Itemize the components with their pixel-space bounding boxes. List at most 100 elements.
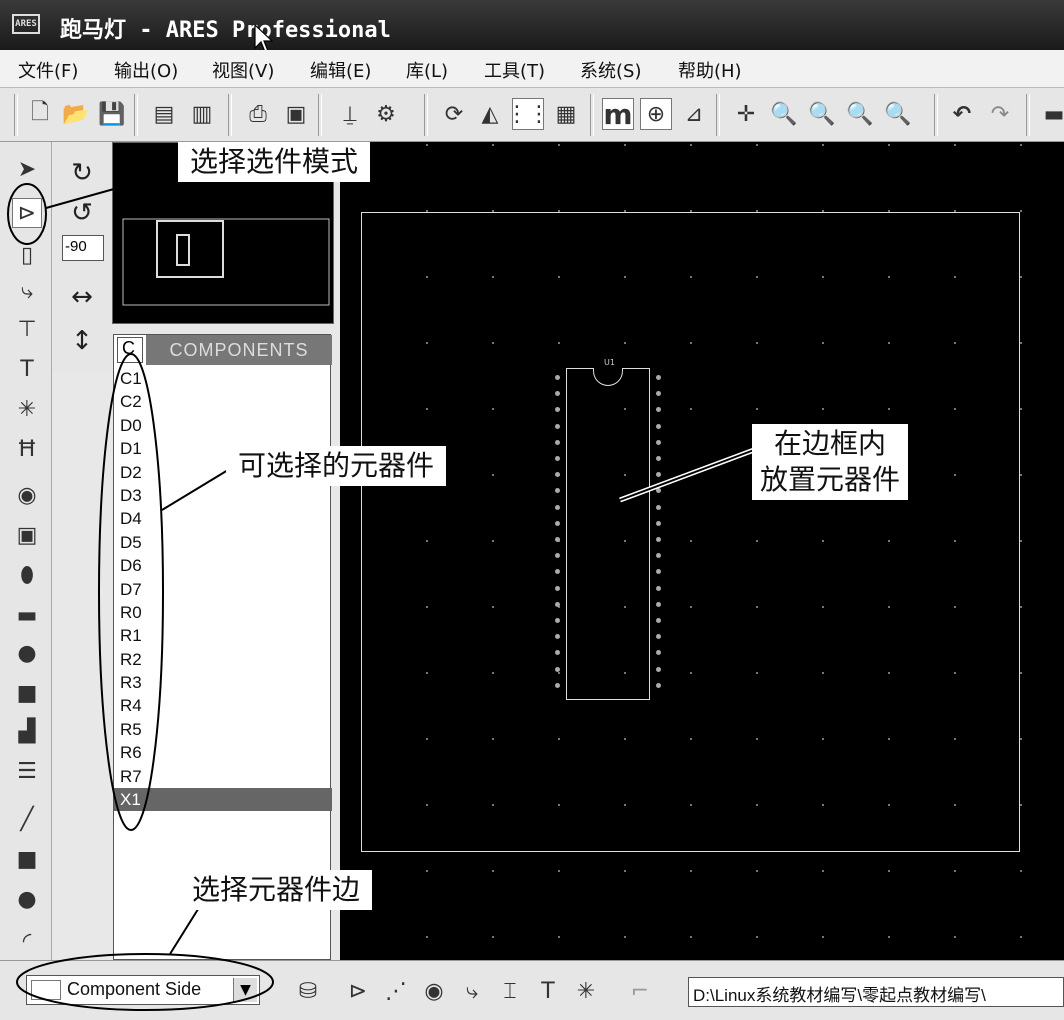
component-list-item[interactable]: R5 (114, 718, 332, 741)
autorouter-icon[interactable]: ⚙ (370, 98, 402, 130)
undo-icon[interactable]: ↶ (946, 98, 978, 130)
grid-icon[interactable]: ⋮⋮ (506, 98, 550, 130)
export-icon[interactable]: ▥ (186, 98, 218, 130)
netlist-icon[interactable]: ⍊ (334, 98, 366, 130)
ic-pin[interactable] (656, 537, 661, 542)
component-list-item[interactable]: R4 (114, 694, 332, 717)
ic-pin[interactable] (656, 504, 661, 510)
edge-pad-icon[interactable]: ▬ (12, 600, 42, 630)
component-list-item[interactable]: R3 (114, 671, 332, 694)
print-area-icon[interactable]: ▣ (280, 98, 312, 130)
ic-package-outline[interactable] (566, 368, 650, 700)
editing-canvas[interactable]: U1 (340, 142, 1064, 960)
origin-icon[interactable]: ⊕ (640, 98, 672, 130)
ic-pin[interactable] (555, 618, 560, 623)
ic-pin[interactable] (555, 439, 560, 445)
round-pad-icon[interactable]: ◉ (12, 480, 42, 510)
component-list-item[interactable]: D6 (114, 554, 332, 577)
ic-pin[interactable] (656, 666, 661, 672)
zoom-out-icon[interactable]: 🔍 (806, 98, 838, 130)
dil-pad-icon[interactable]: ⬮ (12, 560, 42, 590)
component-list-item[interactable]: R7 (114, 765, 332, 788)
print-icon[interactable]: ⎙ (242, 98, 274, 130)
menu-edit[interactable]: 编辑(E) (310, 57, 371, 83)
ic-pin[interactable] (656, 375, 661, 380)
text-filter-icon[interactable]: T (532, 975, 564, 1007)
polygon-pad-icon[interactable]: ■ (12, 678, 42, 708)
ic-pin[interactable] (555, 601, 560, 607)
via-mode-icon[interactable]: ⊤ (12, 314, 42, 344)
rotate-anticlockwise-icon[interactable]: ↺ (66, 198, 98, 228)
component-list-item[interactable]: R0 (114, 601, 332, 624)
ic-pin[interactable] (555, 504, 560, 510)
refresh-icon[interactable]: ⟳ (438, 98, 470, 130)
component-filter-icon[interactable]: ⊳ (342, 975, 374, 1007)
select-arrow-icon[interactable]: ➤ (12, 154, 42, 184)
pan-icon[interactable]: ✛ (730, 98, 762, 130)
marker-mode-icon[interactable]: ✳ (12, 394, 42, 424)
ic-pin[interactable] (555, 375, 560, 380)
flip-icon[interactable]: ◭ (474, 98, 506, 130)
zoom-area-icon[interactable]: 🔍 (882, 98, 914, 130)
box-draw-icon[interactable]: ■ (12, 844, 42, 874)
layer-stack-icon[interactable]: ⛁ (292, 975, 324, 1007)
marker-filter-icon[interactable]: ✳ (570, 975, 602, 1007)
ic-pin[interactable] (656, 585, 661, 591)
square-pad-icon[interactable]: ▣ (12, 520, 42, 550)
cut-icon[interactable]: ▬ (1038, 98, 1064, 130)
rotate-clockwise-icon[interactable]: ↻ (66, 158, 98, 188)
components-tab[interactable]: C (117, 337, 143, 363)
polar-icon[interactable]: ⊿ (678, 98, 710, 130)
ic-pin[interactable] (656, 423, 661, 429)
layer-select[interactable]: Component Side ▼ (26, 975, 260, 1005)
ic-pin[interactable] (656, 618, 661, 623)
metric-toggle-icon[interactable]: m (602, 98, 634, 131)
component-list-item[interactable]: X1 (114, 788, 332, 812)
chevron-down-icon[interactable]: ▼ (233, 978, 257, 1002)
component-list-item[interactable]: C2 (114, 390, 332, 413)
component-list-item[interactable]: R1 (114, 624, 332, 647)
text-mode-icon[interactable]: T (12, 354, 42, 384)
package-mode-icon[interactable]: ▯ (12, 240, 42, 270)
zone-icon[interactable]: ▟ (12, 716, 42, 746)
rotation-angle-input[interactable]: -90 (62, 235, 104, 261)
ic-pin[interactable] (555, 537, 560, 542)
open-file-icon[interactable]: 📂 (60, 98, 92, 130)
component-list-item[interactable]: R2 (114, 648, 332, 671)
menu-view[interactable]: 视图(V) (212, 57, 274, 83)
ic-pin[interactable] (656, 439, 661, 445)
component-list-item[interactable]: D7 (114, 578, 332, 601)
ic-pin[interactable] (555, 666, 560, 672)
save-icon[interactable]: 💾 (96, 98, 128, 130)
ic-pin[interactable] (656, 520, 661, 526)
menu-tools[interactable]: 工具(T) (484, 57, 545, 83)
ic-pin[interactable] (555, 520, 560, 526)
via-filter-icon[interactable]: ⌶ (494, 975, 526, 1007)
layers-icon[interactable]: ▦ (550, 98, 582, 130)
circle-draw-icon[interactable]: ● (12, 884, 42, 914)
mirror-horizontal-icon[interactable]: ↔ (66, 282, 98, 312)
ic-pin[interactable] (656, 682, 661, 688)
ic-pin[interactable] (555, 682, 560, 688)
component-list-item[interactable]: D5 (114, 531, 332, 554)
menu-library[interactable]: 库(L) (406, 57, 448, 83)
smt-pad-icon[interactable]: ● (12, 638, 42, 668)
ic-pin[interactable] (555, 585, 560, 591)
ic-pin[interactable] (555, 456, 560, 461)
component-list-item[interactable]: D4 (114, 507, 332, 530)
menu-system[interactable]: 系统(S) (580, 57, 641, 83)
track-filter-icon[interactable]: ⤷ (456, 975, 488, 1007)
zoom-in-icon[interactable]: 🔍 (768, 98, 800, 130)
menu-output[interactable]: 输出(O) (114, 57, 178, 83)
mirror-vertical-icon[interactable]: ↕ (66, 326, 98, 356)
ratsnest-icon[interactable]: ⌐ (624, 975, 656, 1007)
arc-draw-icon[interactable]: ◜ (12, 926, 42, 956)
component-list-item[interactable]: R6 (114, 741, 332, 764)
line-draw-icon[interactable]: ╱ (12, 804, 42, 834)
component-list-item[interactable]: D0 (114, 414, 332, 437)
dimension-mode-icon[interactable]: Ħ (12, 434, 42, 464)
menu-file[interactable]: 文件(F) (18, 57, 78, 83)
track-mode-icon[interactable]: ⤷ (12, 276, 42, 306)
ic-pin[interactable] (656, 456, 661, 461)
redo-icon[interactable]: ↷ (984, 98, 1016, 130)
